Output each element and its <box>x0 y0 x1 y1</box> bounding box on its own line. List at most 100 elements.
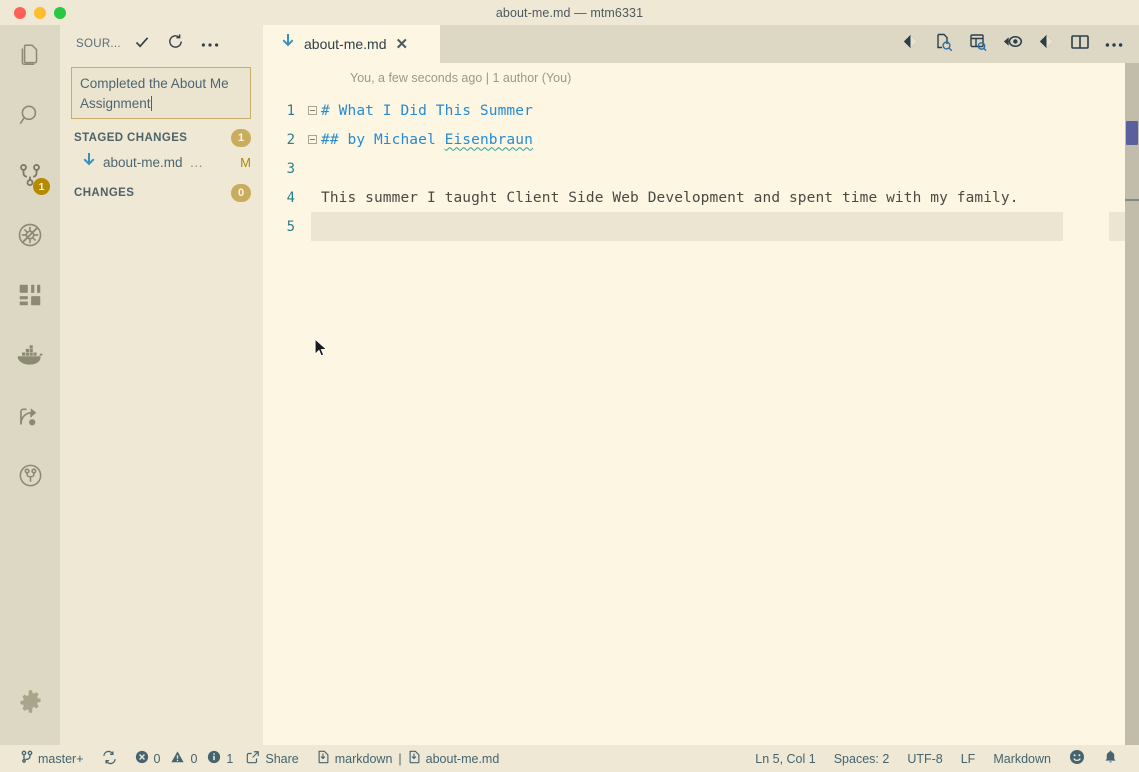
activity-bar: 1 <box>0 25 60 745</box>
misspelled-word: Eisenbraun <box>444 131 533 148</box>
code-line[interactable]: 3 <box>263 154 1139 183</box>
commit-button[interactable] <box>133 35 151 53</box>
info-icon <box>207 750 221 767</box>
fold-toggle-icon[interactable] <box>303 135 321 144</box>
open-changes-button[interactable] <box>893 25 927 63</box>
line-number: 2 <box>286 131 295 148</box>
line-content: # What I Did This Summer <box>321 102 533 119</box>
code-line[interactable]: 2 ## by Michael Eisenbraun <box>263 125 1139 154</box>
gitlens-icon <box>17 462 44 489</box>
markdown-file-icon <box>82 152 96 173</box>
editor-lines: 1 # What I Did This Summer 2 ## by Micha… <box>263 96 1139 241</box>
status-warnings-count: 0 <box>190 751 198 766</box>
git-blame-annotation: You, a few seconds ago | 1 author (You) <box>350 71 572 85</box>
code-line[interactable]: 4 This summer I taught Client Side Web D… <box>263 183 1139 212</box>
activity-item-explorer[interactable] <box>0 25 60 85</box>
docker-icon <box>15 342 45 368</box>
sync-icon <box>102 750 117 768</box>
activity-item-source-control[interactable]: 1 <box>0 145 60 205</box>
encoding-label: UTF-8 <box>907 751 943 766</box>
activity-item-live-share[interactable] <box>0 385 60 445</box>
markdown-file-icon <box>317 750 330 767</box>
gear-icon <box>17 688 44 715</box>
commit-message-input[interactable]: Completed the About Me Assignment <box>71 67 251 119</box>
code-editor[interactable]: You, a few seconds ago | 1 author (You) … <box>263 63 1139 745</box>
overview-ruler[interactable] <box>1125 63 1139 745</box>
activity-item-manage-settings[interactable] <box>0 671 60 731</box>
debug-alt-icon <box>16 221 44 249</box>
status-errors-count: 0 <box>153 751 161 766</box>
git-branch-icon <box>21 750 33 767</box>
status-feedback[interactable] <box>1060 745 1094 772</box>
code-line[interactable]: 1 # What I Did This Summer <box>263 96 1139 125</box>
overview-ruler-marker <box>1126 121 1138 145</box>
minimap[interactable] <box>1063 63 1109 745</box>
current-line-highlight <box>311 212 1139 241</box>
activity-item-extensions[interactable] <box>0 265 60 325</box>
ellipsis-icon <box>1105 35 1123 53</box>
changes-count: 0 <box>231 184 251 202</box>
staged-file-path-ellipsis: … <box>189 155 204 170</box>
status-gitlens-mode[interactable]: markdown <box>308 745 396 772</box>
status-problems[interactable]: 0 0 1 <box>126 745 238 772</box>
status-gitlens-label: markdown <box>334 751 393 766</box>
files-icon <box>17 42 43 68</box>
toggle-file-blame-button[interactable] <box>995 25 1029 63</box>
status-live-share[interactable]: Share <box>237 745 307 772</box>
line-content: ## by Michael <box>321 131 445 148</box>
window-controls <box>14 0 66 25</box>
fold-toggle-icon[interactable] <box>303 106 321 115</box>
file-search-icon <box>934 32 954 57</box>
status-notifications[interactable] <box>1094 745 1127 772</box>
warning-icon <box>170 750 185 767</box>
open-file-on-remote-button[interactable] <box>1029 25 1063 63</box>
staged-file-name: about-me.md <box>103 155 183 170</box>
show-file-history-button[interactable] <box>961 25 995 63</box>
activity-item-search[interactable] <box>0 85 60 145</box>
split-editor-button[interactable] <box>1063 25 1097 63</box>
section-changes[interactable]: CHANGES 0 <box>60 180 263 206</box>
activity-item-run-and-debug[interactable] <box>0 205 60 265</box>
status-eol[interactable]: LF <box>952 745 985 772</box>
refresh-button[interactable] <box>167 34 185 53</box>
section-staged-changes[interactable]: STAGED CHANGES 1 <box>60 125 263 151</box>
indentation-label: Spaces: 2 <box>833 751 890 766</box>
staged-changes-count: 1 <box>231 129 251 147</box>
git-remote-icon <box>1037 32 1056 56</box>
share-icon <box>246 750 260 767</box>
more-actions-button[interactable] <box>201 35 219 53</box>
line-number: 5 <box>286 218 295 235</box>
minimize-window-button[interactable] <box>34 6 46 19</box>
status-current-file[interactable]: about-me.md <box>405 745 509 772</box>
editor-tabs-bar: about-me.md ✕ <box>263 25 1139 63</box>
check-icon <box>134 34 150 55</box>
status-info-count: 1 <box>226 751 234 766</box>
status-branch-label: master+ <box>38 751 84 766</box>
sidebar-source-control: SOUR... Completed the About Me Assignmen… <box>60 25 263 745</box>
status-cursor-position[interactable]: Ln 5, Col 1 <box>746 745 824 772</box>
title-bar: about-me.md — mtm6331 <box>0 0 1139 25</box>
smiley-icon <box>1069 749 1085 768</box>
activity-item-gitlens[interactable] <box>0 445 60 505</box>
cursor-position-label: Ln 5, Col 1 <box>755 751 816 766</box>
close-icon[interactable]: ✕ <box>395 37 408 52</box>
sidebar-header: SOUR... <box>60 25 263 63</box>
status-language-mode[interactable]: Markdown <box>984 745 1060 772</box>
staged-file-status: M <box>240 155 251 170</box>
maximize-window-button[interactable] <box>54 6 66 19</box>
code-line-current[interactable]: 5 <box>263 212 1139 241</box>
status-indentation[interactable]: Spaces: 2 <box>825 745 899 772</box>
status-encoding[interactable]: UTF-8 <box>898 745 951 772</box>
staged-file-row[interactable]: about-me.md … M <box>60 151 263 174</box>
status-sync[interactable] <box>93 745 126 772</box>
activity-item-docker[interactable] <box>0 325 60 385</box>
tab-about-me-md[interactable]: about-me.md ✕ <box>263 25 440 63</box>
close-window-button[interactable] <box>14 6 26 19</box>
status-branch[interactable]: master+ <box>12 745 93 772</box>
search-commits-button[interactable] <box>927 25 961 63</box>
markdown-file-icon <box>281 34 295 54</box>
status-bar-left: master+ 0 0 1 Share markdown | about-me.… <box>0 745 508 772</box>
line-number: 4 <box>286 189 295 206</box>
editor-more-actions-button[interactable] <box>1097 25 1131 63</box>
status-share-label: Share <box>265 751 299 766</box>
